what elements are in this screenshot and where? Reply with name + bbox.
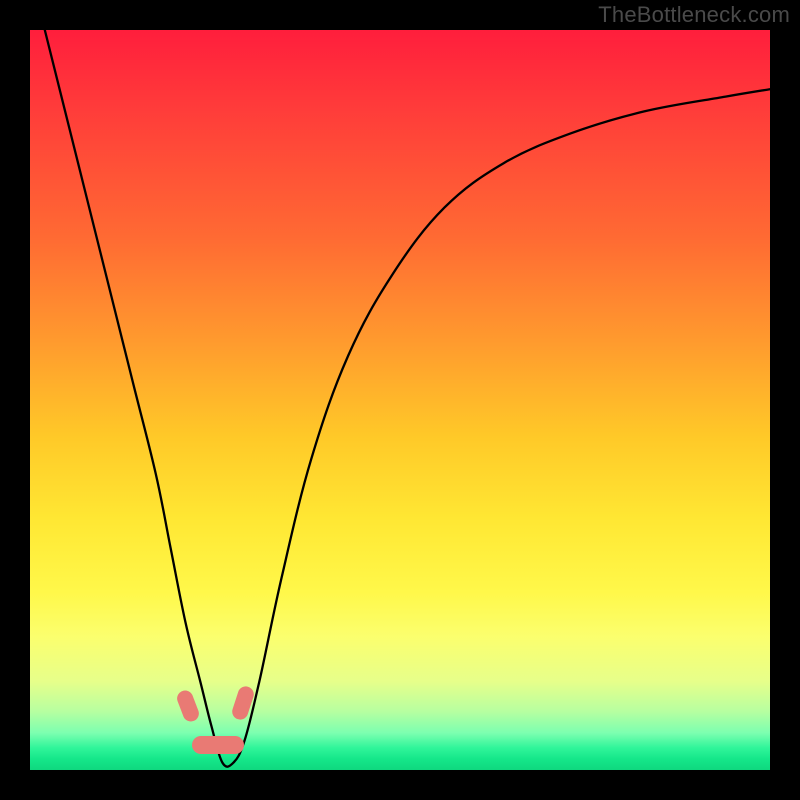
bottom-cluster-marker — [192, 736, 244, 754]
chart-frame: TheBottleneck.com — [0, 0, 800, 800]
bottleneck-curve — [30, 30, 770, 770]
plot-area — [30, 30, 770, 770]
watermark-text: TheBottleneck.com — [598, 2, 790, 28]
